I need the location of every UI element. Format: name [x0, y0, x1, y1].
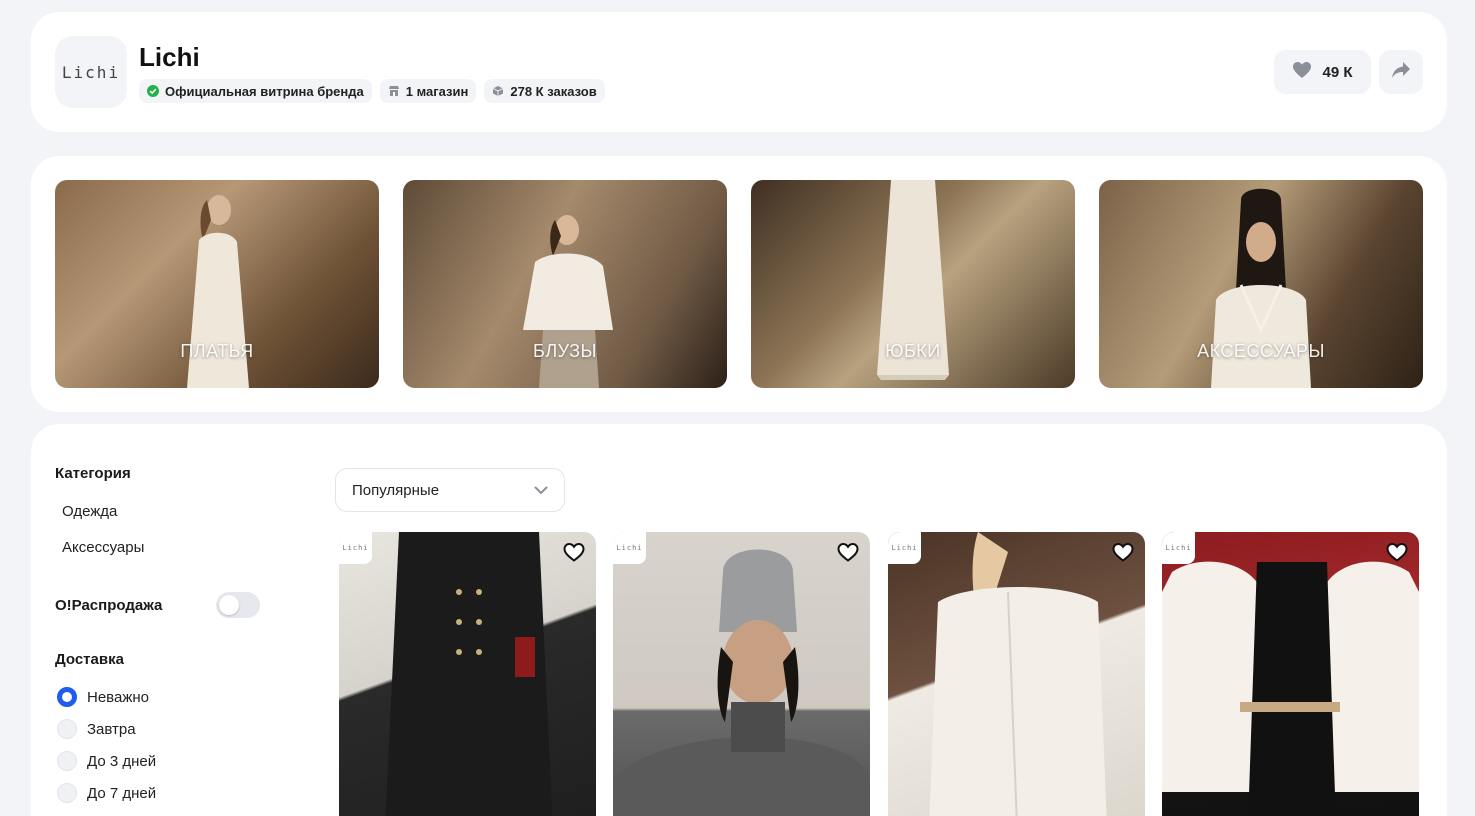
- add-to-favorites-button[interactable]: [562, 540, 586, 564]
- banner-blouses[interactable]: БЛУЗЫ: [403, 180, 727, 388]
- product-brand-logo: Lichi: [339, 532, 372, 564]
- brand-header: Lichi Lichi Официальная витрина бренда 1…: [31, 12, 1447, 132]
- official-badge-label: Официальная витрина бренда: [165, 83, 364, 99]
- product-image: [1162, 561, 1419, 816]
- favorites-count: 49 К: [1322, 63, 1353, 81]
- product-image: [385, 532, 553, 816]
- banner-label: БЛУЗЫ: [533, 341, 597, 361]
- stores-badge[interactable]: 1 магазин: [379, 79, 477, 103]
- product-card[interactable]: Lichi: [888, 532, 1145, 816]
- add-to-favorites-button[interactable]: [1385, 540, 1409, 564]
- radio-button[interactable]: [57, 687, 77, 707]
- banner-label: ПЛАТЬЯ: [180, 341, 254, 361]
- product-brand-logo: Lichi: [1162, 532, 1195, 564]
- orders-badge-label: 278 К заказов: [510, 83, 597, 99]
- category-banners: ПЛАТЬЯ БЛУЗЫ ЮБКИ АКСЕССУАРЫ: [31, 156, 1447, 412]
- delivery-option-label: До 3 дней: [87, 752, 157, 770]
- share-button[interactable]: [1379, 50, 1423, 94]
- sale-filter-label: О!Распродажа: [55, 597, 163, 614]
- chevron-down-icon: [534, 482, 548, 499]
- product-card[interactable]: Lichi: [1162, 532, 1419, 816]
- delivery-filter-title: Доставка: [55, 651, 124, 668]
- brand-badges: Официальная витрина бренда 1 магазин 278…: [139, 79, 605, 103]
- product-brand-logo: Lichi: [613, 532, 646, 564]
- category-accessories[interactable]: Аксессуары: [62, 539, 144, 556]
- store-icon: [388, 85, 400, 97]
- category-clothing[interactable]: Одежда: [62, 503, 117, 520]
- heart-outline-icon: [837, 542, 859, 562]
- product-card[interactable]: Lichi: [339, 532, 596, 816]
- delivery-option-label: Завтра: [87, 720, 136, 738]
- heart-outline-icon: [563, 542, 585, 562]
- heart-icon: [1292, 61, 1312, 83]
- brand-logo: Lichi: [55, 36, 127, 108]
- radio-button[interactable]: [57, 751, 77, 771]
- favorite-brand-button[interactable]: 49 К: [1274, 50, 1371, 94]
- toggle-knob: [219, 595, 239, 615]
- sale-toggle[interactable]: [216, 592, 260, 618]
- banner-dresses[interactable]: ПЛАТЬЯ: [55, 180, 379, 388]
- product-brand-logo: Lichi: [888, 532, 921, 564]
- box-icon: [492, 85, 504, 97]
- delivery-option-tomorrow[interactable]: Завтра: [57, 719, 136, 739]
- delivery-option-7-days[interactable]: До 7 дней: [57, 783, 156, 803]
- brand-name: Lichi: [139, 42, 200, 72]
- banner-skirts[interactable]: ЮБКИ: [751, 180, 1075, 388]
- banner-label: ЮБКИ: [885, 341, 941, 361]
- sort-selected-value: Популярные: [352, 481, 440, 499]
- delivery-option-label: До 7 дней: [87, 784, 157, 802]
- delivery-option-3-days[interactable]: До 3 дней: [57, 751, 156, 771]
- heart-outline-icon: [1386, 542, 1408, 562]
- product-image: [929, 532, 1107, 816]
- delivery-option-any[interactable]: Неважно: [57, 687, 149, 707]
- add-to-favorites-button[interactable]: [1111, 540, 1135, 564]
- stores-badge-label: 1 магазин: [405, 83, 469, 99]
- share-arrow-icon: [1391, 61, 1411, 84]
- verified-check-icon: [147, 85, 159, 97]
- heart-outline-icon: [1112, 542, 1134, 562]
- radio-button[interactable]: [57, 719, 77, 739]
- product-card[interactable]: Lichi: [613, 532, 870, 816]
- radio-button[interactable]: [57, 783, 77, 803]
- orders-badge: 278 К заказов: [484, 79, 605, 103]
- add-to-favorites-button[interactable]: [836, 540, 860, 564]
- banner-accessories[interactable]: АКСЕССУАРЫ: [1099, 180, 1423, 388]
- sort-dropdown[interactable]: Популярные: [335, 468, 565, 512]
- banner-label: АКСЕССУАРЫ: [1197, 341, 1325, 361]
- official-badge: Официальная витрина бренда: [139, 79, 372, 103]
- catalog-section: Категория Одежда Аксессуары О!Распродажа…: [31, 424, 1447, 816]
- delivery-option-label: Неважно: [87, 688, 149, 706]
- category-filter-title: Категория: [55, 465, 131, 482]
- product-image: [613, 549, 870, 816]
